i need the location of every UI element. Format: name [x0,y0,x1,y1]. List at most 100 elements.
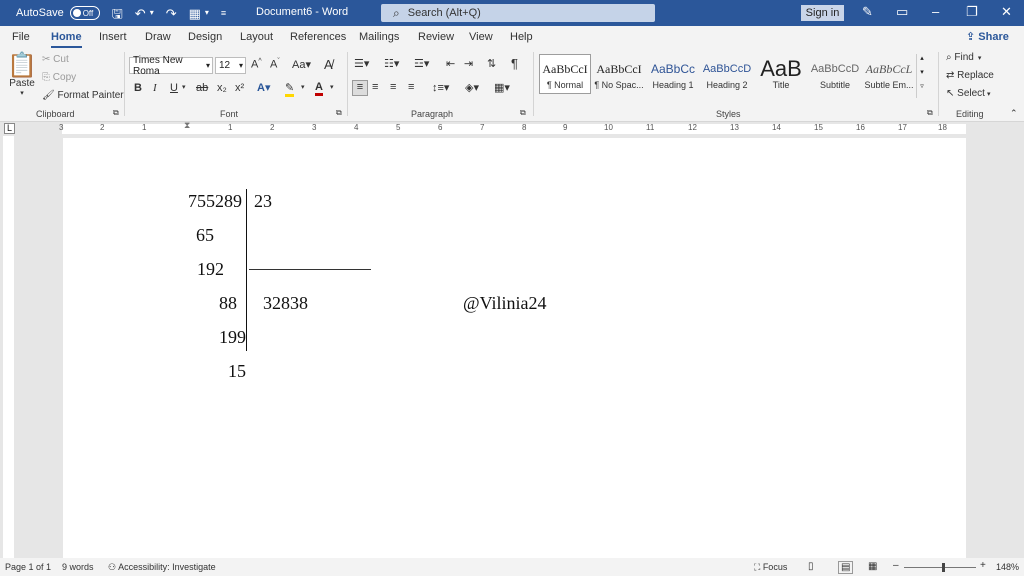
zoom-out-icon[interactable]: – [893,560,899,571]
tab-file[interactable]: File [12,31,30,43]
page-count[interactable]: Page 1 of 1 [5,562,51,572]
accessibility-status[interactable]: ⚇ Accessibility: Investigate [108,562,216,573]
pen-icon[interactable]: ✎ [862,4,873,20]
text-effects-icon[interactable]: A▾ [257,81,270,94]
styles-gallery-scroll[interactable]: ▴ ▾ ▿ [916,54,927,98]
highlight-dropdown-icon[interactable]: ▾ [301,83,305,91]
table-dropdown-icon[interactable]: ▾ [205,9,209,17]
select-button[interactable]: ↖ Select ▾ [946,88,990,99]
highlight-icon[interactable]: ✎ [285,81,295,97]
justify-icon[interactable]: ≡ [408,81,414,93]
indent-marker-icon[interactable]: ⧗ [184,120,190,131]
vertical-ruler[interactable] [3,136,14,558]
decrease-indent-icon[interactable]: ⇤ [446,57,455,70]
bullets-icon[interactable]: ☰▾ [354,57,369,70]
zoom-level[interactable]: 148% [996,562,1019,572]
zoom-in-icon[interactable]: + [980,560,986,571]
undo-icon[interactable]: ↶ [135,7,146,20]
italic-button[interactable]: I [153,82,157,94]
styles-launcher-icon[interactable]: ⧉ [927,108,933,118]
superscript-button[interactable]: x² [235,82,244,94]
tab-design[interactable]: Design [188,31,222,43]
collapse-ribbon-icon[interactable]: ⌃ [1010,108,1018,119]
strikethrough-button[interactable]: ab [196,82,208,94]
save-icon[interactable]: 🖫 [112,7,123,20]
style-normal[interactable]: AaBbCcI ¶ Normal [539,54,591,94]
tab-insert[interactable]: Insert [99,31,127,43]
style-no-spacing[interactable]: AaBbCcI ¶ No Spac... [593,54,645,94]
cut-button[interactable]: ✂ Cut [42,54,69,65]
clipboard-launcher-icon[interactable]: ⧉ [113,108,119,118]
chevron-up-icon[interactable]: ▴ [917,54,927,62]
align-right-icon[interactable]: ≡ [390,81,396,93]
search-input[interactable]: ⌕ Search (Alt+Q) [381,4,655,22]
more-styles-icon[interactable]: ▿ [917,82,927,90]
increase-indent-icon[interactable]: ⇥ [464,57,473,70]
font-color-icon[interactable]: A [315,81,323,96]
zoom-slider[interactable] [904,567,976,568]
autosave-toggle[interactable]: Off [69,6,100,20]
horizontal-ruler[interactable]: L 3 2 1 ⧗ 1 2 3 4 5 6 7 8 9 10 11 12 13 … [0,120,1024,136]
table-icon[interactable]: ▦ [189,7,201,20]
style-subtitle[interactable]: AaBbCcD Subtitle [809,54,861,94]
line-spacing-icon[interactable]: ↕≡▾ [432,81,449,94]
bold-button[interactable]: B [134,82,142,94]
style-subtle-emphasis[interactable]: AaBbCcL Subtle Em... [863,54,915,94]
replace-button[interactable]: ⇄ Replace [946,70,994,81]
tab-view[interactable]: View [469,31,493,43]
share-button[interactable]: ⇪ Share [966,30,1009,43]
numbering-icon[interactable]: ☷▾ [384,57,399,70]
font-name-select[interactable]: Times New Roma ▾ [129,55,213,77]
style-title[interactable]: AaB Title [755,54,807,94]
paragraph-launcher-icon[interactable]: ⧉ [520,108,526,118]
font-color-dropdown-icon[interactable]: ▾ [330,83,334,91]
print-layout-icon[interactable]: ▤ [838,561,854,574]
tab-help[interactable]: Help [510,31,533,43]
tab-selector-icon[interactable]: L [4,123,15,134]
font-launcher-icon[interactable]: ⧉ [336,108,342,118]
pilcrow-icon[interactable]: ¶ [511,56,518,71]
shading-icon[interactable]: ◈▾ [465,81,479,94]
multilevel-list-icon[interactable]: ☲▾ [414,57,429,70]
tab-home[interactable]: Home [51,31,82,48]
underline-button[interactable]: U [170,82,178,94]
tab-layout[interactable]: Layout [240,31,273,43]
read-mode-icon[interactable]: ▯ [808,561,814,572]
tab-draw[interactable]: Draw [145,31,171,43]
autosave-control[interactable]: AutoSave Off [16,6,100,20]
borders-icon[interactable]: ▦▾ [494,81,510,94]
select-label: Select [957,88,985,99]
align-center-icon[interactable]: ≡ [372,81,378,93]
tab-references[interactable]: References [290,31,346,43]
close-icon[interactable]: ✕ [1001,4,1012,20]
restore-icon[interactable]: ❐ [966,4,978,20]
tab-review[interactable]: Review [418,31,454,43]
word-count[interactable]: 9 words [62,562,94,572]
chevron-down-icon[interactable]: ▾ [917,68,927,76]
ribbon-display-icon[interactable]: ▭ [896,4,908,20]
sign-in-button[interactable]: Sign in [801,5,844,21]
undo-dropdown-icon[interactable]: ▾ [150,9,154,17]
focus-button[interactable]: ⛶ Focus [754,562,787,573]
underline-dropdown-icon[interactable]: ▾ [182,83,186,91]
zoom-slider-thumb[interactable] [942,563,945,572]
style-heading-2[interactable]: AaBbCcD Heading 2 [701,54,753,94]
web-layout-icon[interactable]: ▦ [868,561,877,572]
font-size-select[interactable]: 12 ▾ [215,57,246,74]
subscript-button[interactable]: x₂ [217,82,227,94]
redo-icon[interactable]: ↷ [166,7,177,20]
minimize-icon[interactable]: – [932,4,939,19]
clear-formatting-icon[interactable]: A̸ [324,57,333,72]
customize-qat-icon[interactable]: ≡ [221,8,226,18]
grow-font-icon[interactable]: A^ [251,58,262,71]
copy-button[interactable]: ⎘ Copy [42,72,76,83]
change-case-icon[interactable]: Aa▾ [292,58,311,71]
paste-button[interactable]: 📋 Paste ▾ [7,54,37,98]
find-button[interactable]: ⌕ Find ▾ [946,52,981,63]
format-painter-button[interactable]: 🖌 Format Painter [42,90,124,101]
style-heading-1[interactable]: AaBbCc Heading 1 [647,54,699,94]
align-left-icon[interactable]: ≡ [352,80,368,96]
shrink-font-icon[interactable]: Aˇ [270,58,280,71]
sort-icon[interactable]: ⇅ [487,57,496,70]
tab-mailings[interactable]: Mailings [359,31,399,43]
